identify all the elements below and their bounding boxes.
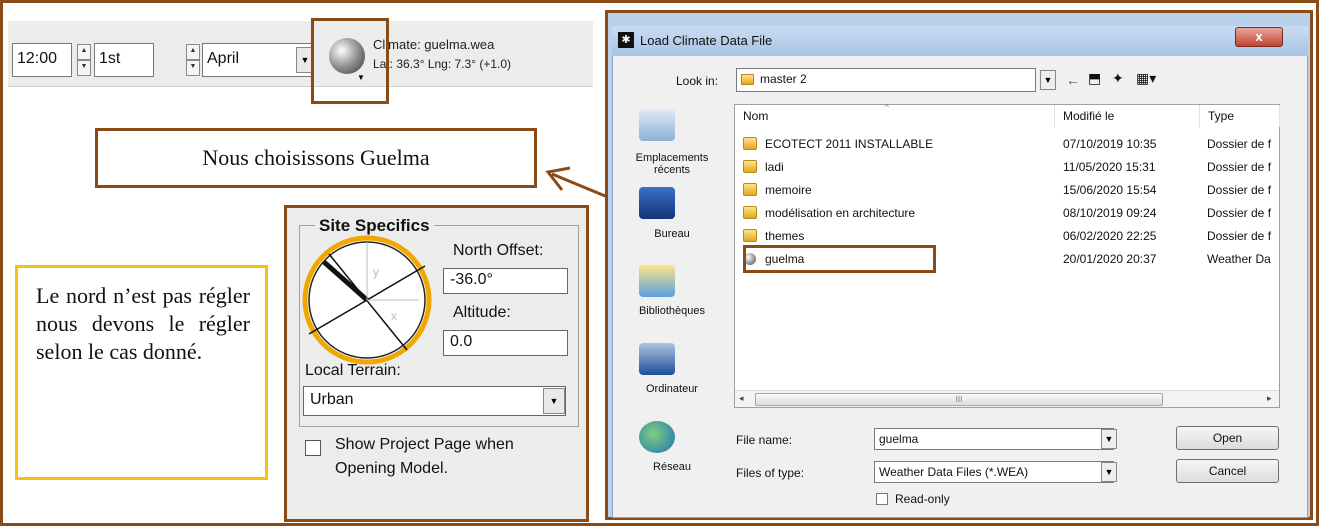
folder-icon (743, 206, 757, 219)
file-type-label: Files of type: (736, 466, 805, 480)
place-label-recent[interactable]: Emplacements récents (617, 152, 727, 176)
location-readout: Lat: 36.3° Lng: 7.3° (+1.0) (373, 57, 512, 71)
time-up-button[interactable]: ▲ (77, 44, 91, 60)
column-header-modified[interactable]: Modifié le (1055, 105, 1200, 127)
view-menu-icon[interactable]: ▦▾ (1136, 70, 1156, 87)
new-folder-icon[interactable]: ✦ (1112, 70, 1124, 87)
dialog-title: Load Climate Data File (640, 33, 773, 48)
file-row[interactable]: ECOTECT 2011 INSTALLABLE 07/10/2019 10:3… (735, 133, 1280, 156)
folder-icon (743, 229, 757, 242)
sort-arrow-icon: ^ (885, 103, 889, 112)
file-type: Dossier de f (1207, 160, 1272, 174)
local-terrain-select[interactable]: Urban (303, 386, 566, 416)
file-date: 20/01/2020 20:37 (1063, 252, 1157, 266)
north-offset-label: North Offset: (453, 242, 544, 259)
libraries-icon[interactable] (639, 265, 675, 297)
place-label-network[interactable]: Réseau (617, 461, 727, 473)
close-button[interactable]: x (1235, 27, 1283, 47)
altitude-label: Altitude: (453, 304, 511, 321)
desktop-icon[interactable] (639, 187, 675, 219)
day-input[interactable]: 1st (94, 43, 154, 77)
look-in-dropdown-button[interactable]: ▼ (1040, 70, 1056, 90)
horizontal-scrollbar[interactable]: ◂ III ▸ (735, 390, 1279, 407)
look-in-select[interactable]: master 2 (736, 68, 1036, 92)
file-type: Weather Da (1207, 252, 1271, 266)
network-icon[interactable] (639, 421, 675, 453)
read-only-label: Read-only (895, 492, 950, 506)
scroll-right-icon[interactable]: ▸ (1267, 393, 1272, 404)
terrain-dropdown-button[interactable]: ▼ (543, 388, 565, 414)
file-date: 06/02/2020 22:25 (1063, 229, 1157, 243)
file-name-input[interactable]: guelma (874, 428, 1114, 450)
file-name: ECOTECT 2011 INSTALLABLE (765, 137, 934, 151)
look-in-label: Look in: (676, 74, 719, 88)
file-row[interactable]: ladi 11/05/2020 15:31 Dossier de f (735, 156, 1280, 179)
local-terrain-label: Local Terrain: (305, 362, 401, 379)
recent-places-icon[interactable] (639, 109, 675, 141)
file-row[interactable]: modélisation en architecture 08/10/2019 … (735, 202, 1280, 225)
site-specifics-panel: Site Specifics y x North Offset: -36.0° … (284, 205, 589, 522)
scroll-thumb[interactable]: III (755, 393, 1163, 406)
file-name-label: File name: (736, 433, 793, 447)
show-project-label: Show Project Page when (335, 436, 514, 453)
globe-highlight-box (311, 18, 389, 104)
file-date: 15/06/2020 15:54 (1063, 183, 1157, 197)
compass-x-label: x (391, 309, 397, 323)
climate-label: Climate: guelma.wea (373, 37, 495, 52)
compass-icon[interactable]: y x (299, 234, 439, 374)
day-down-button[interactable]: ▼ (186, 60, 200, 76)
place-label-libraries[interactable]: Bibliothèques (617, 305, 727, 317)
compass-y-label: y (373, 265, 379, 279)
folder-icon (743, 137, 757, 150)
callout-north-note: Le nord n’est pas régler nous devons le … (15, 265, 268, 480)
site-title: Site Specifics (315, 216, 434, 236)
toolbar: 12:00 ▲ ▼ 1st ▲ ▼ April ▼ Climate: guelm… (8, 21, 593, 87)
file-type: Dossier de f (1207, 183, 1272, 197)
app-icon: ✱ (618, 32, 634, 48)
open-button[interactable]: Open (1176, 426, 1279, 450)
column-header-type[interactable]: Type (1200, 105, 1280, 127)
file-type: Dossier de f (1207, 229, 1272, 243)
cancel-button[interactable]: Cancel (1176, 459, 1279, 483)
file-name-dropdown-button[interactable]: ▼ (1101, 429, 1117, 449)
back-icon[interactable]: ← (1066, 72, 1080, 88)
folder-icon (743, 160, 757, 173)
guelma-highlight-box (743, 245, 936, 273)
file-name: ladi (765, 160, 784, 174)
altitude-input[interactable]: 0.0 (443, 330, 568, 356)
file-name: themes (765, 229, 805, 243)
read-only-checkbox[interactable] (876, 493, 888, 505)
up-folder-icon[interactable]: ⬒ (1088, 70, 1101, 87)
file-type: Dossier de f (1207, 206, 1272, 220)
file-date: 11/05/2020 15:31 (1063, 160, 1156, 174)
day-up-button[interactable]: ▲ (186, 44, 200, 60)
folder-icon (741, 74, 754, 86)
time-input[interactable]: 12:00 (12, 43, 72, 77)
computer-icon[interactable] (639, 343, 675, 375)
file-type-select[interactable]: Weather Data Files (*.WEA) (874, 461, 1114, 483)
look-in-value: master 2 (760, 72, 807, 86)
north-offset-input[interactable]: -36.0° (443, 268, 568, 294)
folder-icon (743, 183, 757, 196)
file-name: modélisation en architecture (765, 206, 916, 220)
file-name: memoire (765, 183, 812, 197)
callout-choose-guelma: Nous choisissons Guelma (95, 128, 537, 188)
file-type-dropdown-button[interactable]: ▼ (1101, 462, 1117, 482)
file-type: Dossier de f (1207, 137, 1272, 151)
column-header-name[interactable]: Nom (735, 105, 1055, 127)
file-date: 08/10/2019 09:24 (1063, 206, 1157, 220)
file-row[interactable]: memoire 15/06/2020 15:54 Dossier de f (735, 179, 1280, 202)
show-project-checkbox[interactable] (305, 440, 321, 456)
show-project-label-line2: Opening Model. (335, 460, 448, 477)
scroll-left-icon[interactable]: ◂ (739, 393, 744, 404)
place-label-desktop[interactable]: Bureau (617, 228, 727, 240)
place-label-computer[interactable]: Ordinateur (617, 383, 727, 395)
time-down-button[interactable]: ▼ (77, 60, 91, 76)
file-date: 07/10/2019 10:35 (1063, 137, 1157, 151)
